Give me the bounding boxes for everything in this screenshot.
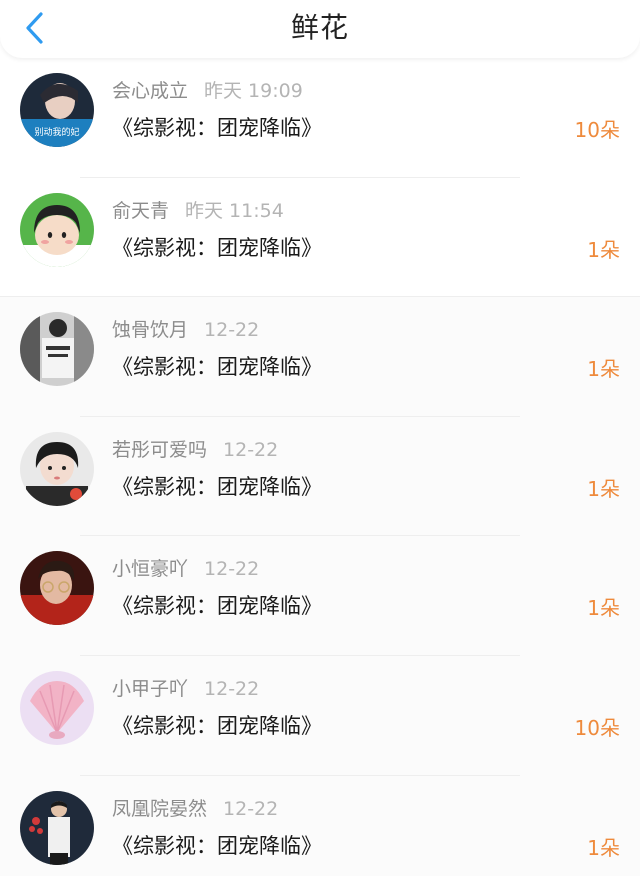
flower-count: 1朵 bbox=[587, 476, 620, 501]
username[interactable]: 俞天青 bbox=[112, 200, 169, 222]
timestamp: 12-22 bbox=[204, 677, 260, 700]
flower-count: 1朵 bbox=[587, 237, 620, 262]
avatar[interactable]: 别动我的妃 bbox=[20, 73, 94, 147]
flower-count: 10朵 bbox=[574, 118, 620, 142]
username[interactable]: 若彤可爱吗 bbox=[112, 439, 207, 461]
avatar-image bbox=[20, 431, 94, 506]
work-title[interactable]: 《综影视：团宠降临》 bbox=[112, 233, 322, 263]
timestamp: 12-22 bbox=[204, 319, 260, 342]
avatar[interactable] bbox=[20, 670, 94, 745]
timestamp: 12-22 bbox=[223, 797, 279, 820]
flowers-page: 鲜花 别动我的妃 会心成立 昨天 19:09 《综影视：团宠降临》 10朵 俞天… bbox=[0, 0, 640, 876]
item-meta: 小甲子吖 12-22 bbox=[112, 676, 259, 702]
work-title[interactable]: 《综影视：团宠降临》 bbox=[112, 831, 322, 861]
item-meta: 小恒豪吖 12-22 bbox=[112, 556, 259, 582]
work-title[interactable]: 《综影视：团宠降临》 bbox=[112, 113, 322, 143]
avatar[interactable] bbox=[20, 312, 94, 387]
avatar-image bbox=[20, 551, 94, 626]
list-item[interactable]: 小恒豪吖 12-22 《综影视：团宠降临》 1朵 bbox=[0, 536, 640, 656]
timestamp: 12-22 bbox=[204, 558, 260, 581]
avatar[interactable] bbox=[20, 551, 94, 626]
list-item[interactable]: 小甲子吖 12-22 《综影视：团宠降临》 10朵 bbox=[0, 655, 640, 776]
username[interactable]: 会心成立 bbox=[112, 80, 188, 102]
timestamp: 昨天 11:54 bbox=[185, 199, 284, 222]
flower-list[interactable]: 别动我的妃 会心成立 昨天 19:09 《综影视：团宠降临》 10朵 俞天青 昨… bbox=[0, 58, 640, 876]
item-meta: 凤凰院晏然 12-22 bbox=[112, 796, 278, 822]
list-item[interactable]: 蚀骨饮月 12-22 《综影视：团宠降临》 1朵 bbox=[0, 297, 640, 417]
work-title[interactable]: 《综影视：团宠降临》 bbox=[112, 711, 322, 741]
work-title[interactable]: 《综影视：团宠降临》 bbox=[112, 352, 322, 382]
avatar[interactable] bbox=[20, 431, 94, 506]
flower-count: 10朵 bbox=[574, 715, 620, 740]
username[interactable]: 小恒豪吖 bbox=[112, 558, 188, 580]
work-title[interactable]: 《综影视：团宠降临》 bbox=[112, 591, 322, 621]
item-meta: 俞天青 昨天 11:54 bbox=[112, 198, 284, 224]
avatar-caption: 别动我的妃 bbox=[34, 126, 79, 138]
avatar[interactable] bbox=[20, 192, 94, 267]
list-item[interactable]: 若彤可爱吗 12-22 《综影视：团宠降临》 1朵 bbox=[0, 416, 640, 537]
flower-count: 1朵 bbox=[587, 357, 620, 382]
flower-count: 1朵 bbox=[587, 596, 620, 621]
timestamp: 12-22 bbox=[223, 438, 279, 461]
list-item[interactable]: 俞天青 昨天 11:54 《综影视：团宠降临》 1朵 bbox=[0, 177, 640, 298]
username[interactable]: 小甲子吖 bbox=[112, 678, 188, 700]
avatar-image bbox=[20, 790, 94, 865]
top-bar: 鲜花 bbox=[0, 0, 640, 58]
page-title: 鲜花 bbox=[290, 11, 349, 44]
avatar[interactable] bbox=[20, 790, 94, 865]
avatar-image bbox=[20, 192, 94, 267]
list-item[interactable]: 凤凰院晏然 12-22 《综影视：团宠降临》 1朵 bbox=[0, 775, 640, 876]
avatar-image bbox=[20, 670, 94, 745]
avatar-image: 别动我的妃 bbox=[20, 73, 94, 147]
list-item[interactable]: 别动我的妃 会心成立 昨天 19:09 《综影视：团宠降临》 10朵 bbox=[0, 58, 640, 178]
timestamp: 昨天 19:09 bbox=[204, 80, 303, 102]
item-meta: 若彤可爱吗 12-22 bbox=[112, 437, 278, 463]
username[interactable]: 凤凰院晏然 bbox=[112, 798, 207, 820]
avatar-image bbox=[20, 312, 94, 387]
flower-count: 1朵 bbox=[587, 835, 620, 860]
item-meta: 蚀骨饮月 12-22 bbox=[112, 317, 259, 343]
work-title[interactable]: 《综影视：团宠降临》 bbox=[112, 472, 322, 502]
item-meta: 会心成立 昨天 19:09 bbox=[112, 78, 303, 104]
username[interactable]: 蚀骨饮月 bbox=[112, 319, 188, 341]
